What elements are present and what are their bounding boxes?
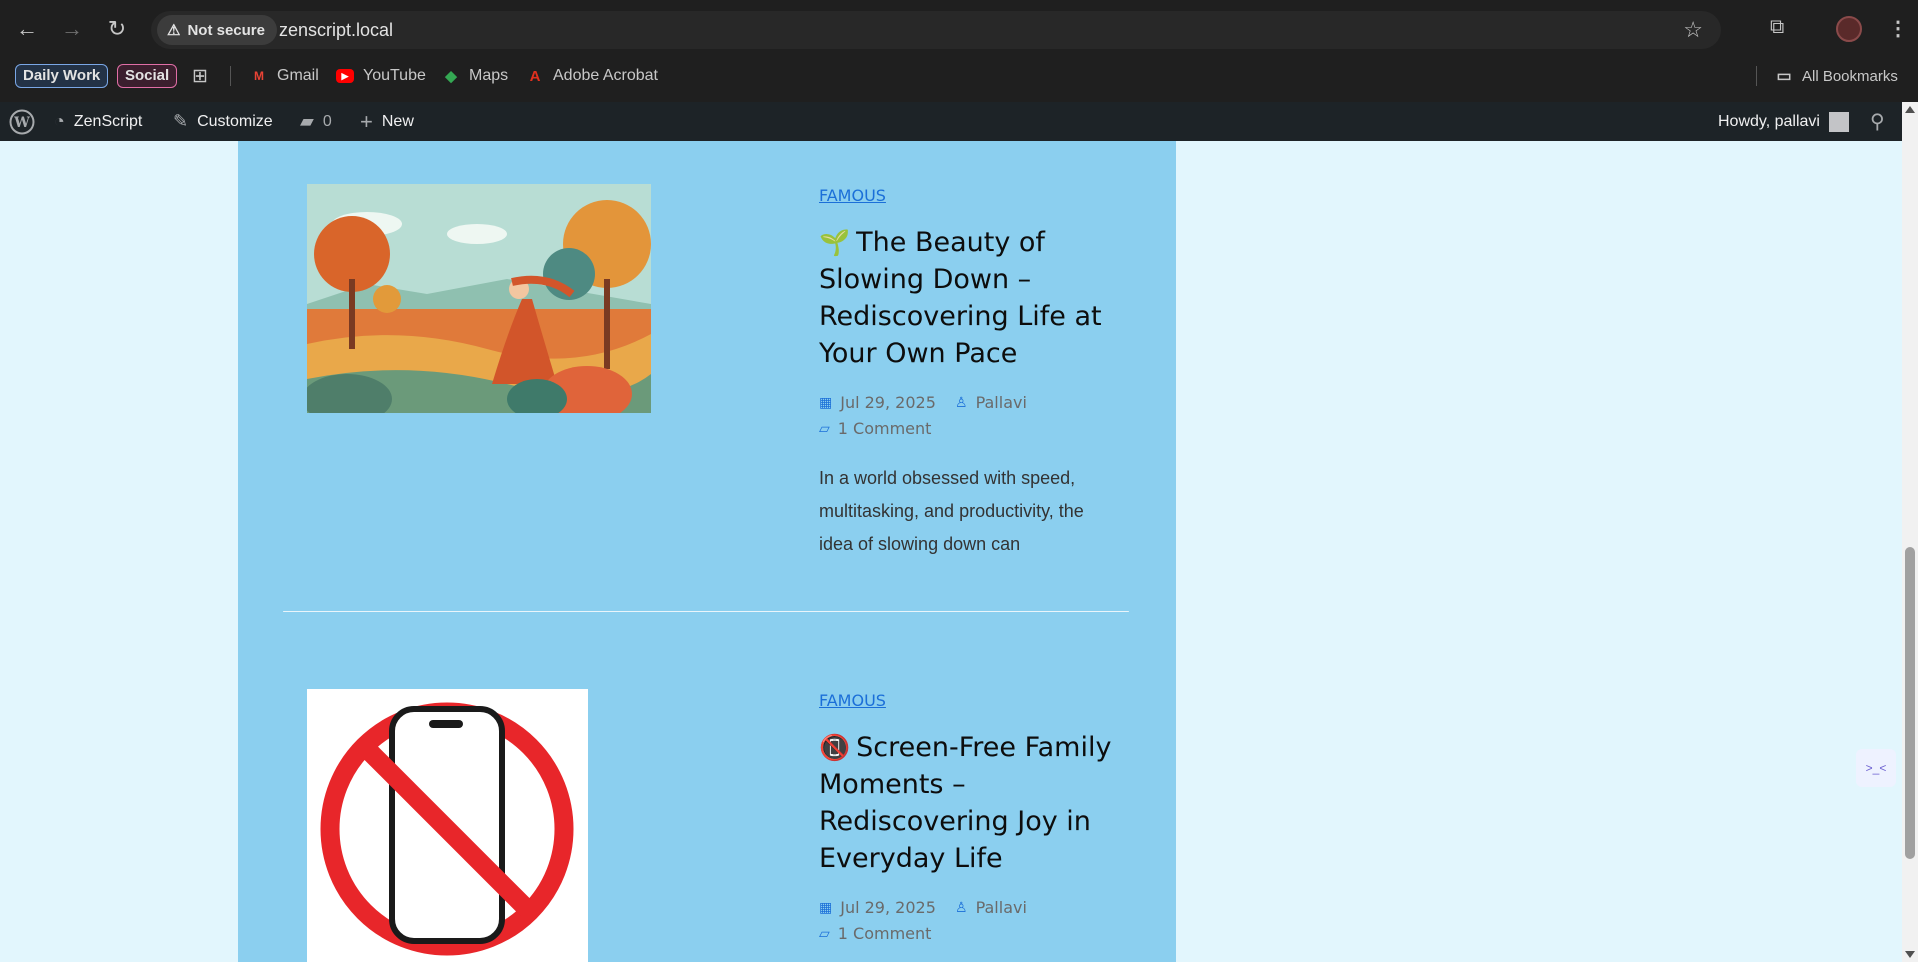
- post-thumbnail-no-phone[interactable]: [307, 689, 588, 962]
- bookmark-gmail[interactable]: M Gmail: [250, 64, 319, 88]
- bookmark-separator: [1756, 66, 1757, 86]
- folder-icon: ▭: [1776, 68, 1792, 85]
- profile-avatar[interactable]: [1836, 16, 1862, 42]
- plus-icon: +: [360, 108, 373, 134]
- post-comments-text[interactable]: 1 Comment: [838, 419, 932, 438]
- all-bookmarks-label: All Bookmarks: [1802, 67, 1898, 85]
- post-title-text[interactable]: Screen-Free Family Moments – Rediscoveri…: [819, 732, 1111, 874]
- bookmark-separator: [230, 66, 231, 86]
- page-scrollbar[interactable]: [1902, 102, 1918, 962]
- scrollbar-thumb[interactable]: [1905, 547, 1915, 859]
- post-date[interactable]: ▦ Jul 29, 2025: [819, 898, 936, 917]
- dashboard-icon: ◔: [54, 111, 65, 131]
- post-date-text[interactable]: Jul 29, 2025: [840, 898, 936, 917]
- svg-text:W: W: [13, 115, 30, 131]
- comments-item[interactable]: ▰ 0: [300, 102, 332, 141]
- search-icon[interactable]: ⚲: [1870, 102, 1885, 141]
- wp-admin-bar: W ◔ ZenScript ✎ Customize ▰ 0 + New Howd…: [0, 102, 1918, 141]
- security-label: Not secure: [187, 21, 265, 39]
- new-item[interactable]: + New: [360, 102, 414, 141]
- bookmark-star-icon[interactable]: ☆: [1683, 17, 1703, 43]
- gmail-icon: M: [254, 69, 264, 83]
- bookmark-label: Adobe Acrobat: [553, 67, 658, 84]
- bookmark-acrobat[interactable]: A Adobe Acrobat: [526, 64, 658, 88]
- scroll-up-icon[interactable]: [1905, 106, 1915, 113]
- site-name: ZenScript: [73, 112, 143, 130]
- calendar-icon: ▦: [819, 394, 833, 411]
- post-date[interactable]: ▦ Jul 29, 2025: [819, 393, 936, 412]
- post-author-text[interactable]: Pallavi: [976, 393, 1027, 412]
- user-icon: ♙: [955, 394, 968, 411]
- apps-grid-icon[interactable]: ⊞: [192, 64, 208, 88]
- post-title[interactable]: 🌱 The Beauty of Slowing Down – Rediscover…: [819, 224, 1119, 372]
- howdy-greeting: Howdy, pallavi: [1718, 112, 1820, 130]
- calendar-icon: ▦: [819, 899, 833, 916]
- bookmark-label: YouTube: [363, 67, 426, 84]
- maps-icon: ◆: [445, 68, 457, 85]
- forward-icon[interactable]: →: [57, 14, 87, 44]
- wordpress-logo-icon[interactable]: W: [9, 102, 35, 141]
- post-author[interactable]: ♙ Pallavi: [955, 393, 1027, 412]
- browser-toolbar: ← → ↻ ⚠ Not secure zenscript.local ☆ ⧉ ⋮: [0, 0, 1918, 58]
- scroll-down-icon[interactable]: [1905, 951, 1915, 958]
- post-date-text[interactable]: Jul 29, 2025: [840, 393, 936, 412]
- extensions-icon[interactable]: ⧉: [1770, 16, 1784, 39]
- comments-count: 0: [322, 112, 332, 130]
- comments-icon: ▱: [819, 925, 830, 942]
- post-divider: [283, 611, 1129, 612]
- post-comments-text[interactable]: 1 Comment: [838, 924, 932, 943]
- security-chip[interactable]: ⚠ Not secure: [157, 15, 277, 45]
- post-title[interactable]: 📵 Screen-Free Family Moments – Rediscover…: [819, 729, 1119, 877]
- post-title-text[interactable]: The Beauty of Slowing Down – Rediscoveri…: [819, 227, 1102, 369]
- bookmark-label: Gmail: [277, 67, 319, 84]
- post-comments[interactable]: ▱ 1 Comment: [819, 924, 931, 943]
- paintbrush-icon: ✎: [173, 111, 189, 131]
- post-category-link[interactable]: FAMOUS: [819, 186, 886, 205]
- no-phone-emoji-icon: 📵: [819, 733, 851, 762]
- reload-icon[interactable]: ↻: [102, 14, 132, 44]
- new-label: New: [381, 112, 414, 130]
- all-bookmarks[interactable]: ▭ All Bookmarks: [1775, 64, 1898, 88]
- sprout-emoji-icon: 🌱: [819, 228, 851, 257]
- comments-icon: ▱: [819, 420, 830, 437]
- bookmark-youtube[interactable]: ▶ YouTube: [336, 64, 426, 88]
- comment-bubble-icon: ▰: [300, 111, 314, 131]
- customize-item[interactable]: ✎ Customize: [173, 102, 273, 141]
- account-item[interactable]: Howdy, pallavi: [1718, 102, 1849, 141]
- menu-kebab-icon[interactable]: ⋮: [1888, 16, 1908, 41]
- post-category-link[interactable]: FAMOUS: [819, 691, 886, 710]
- user-icon: ♙: [955, 899, 968, 916]
- url-text[interactable]: zenscript.local: [279, 20, 393, 41]
- user-avatar: [1828, 111, 1849, 132]
- post-author[interactable]: ♙ Pallavi: [955, 898, 1027, 917]
- site-name-item[interactable]: ◔ ZenScript: [54, 102, 142, 141]
- floating-widget-button[interactable]: >_<: [1856, 749, 1896, 787]
- customize-label: Customize: [197, 112, 273, 130]
- bookmark-chip-daily-work[interactable]: Daily Work: [15, 64, 109, 88]
- post-thumbnail-autumn[interactable]: [307, 184, 651, 413]
- warning-icon: ⚠: [167, 22, 181, 39]
- post-excerpt: In a world obsessed with speed, multitas…: [819, 468, 1084, 554]
- youtube-icon: ▶: [336, 69, 354, 83]
- post-comments[interactable]: ▱ 1 Comment: [819, 419, 931, 438]
- post-author-text[interactable]: Pallavi: [976, 898, 1027, 917]
- bookmark-chip-social[interactable]: Social: [117, 64, 178, 88]
- bookmark-maps[interactable]: ◆ Maps: [442, 64, 508, 88]
- address-bar[interactable]: ⚠ Not secure zenscript.local ☆: [151, 11, 1721, 49]
- back-icon[interactable]: ←: [12, 14, 42, 44]
- acrobat-icon: A: [529, 67, 541, 85]
- bookmark-label: Maps: [469, 67, 509, 84]
